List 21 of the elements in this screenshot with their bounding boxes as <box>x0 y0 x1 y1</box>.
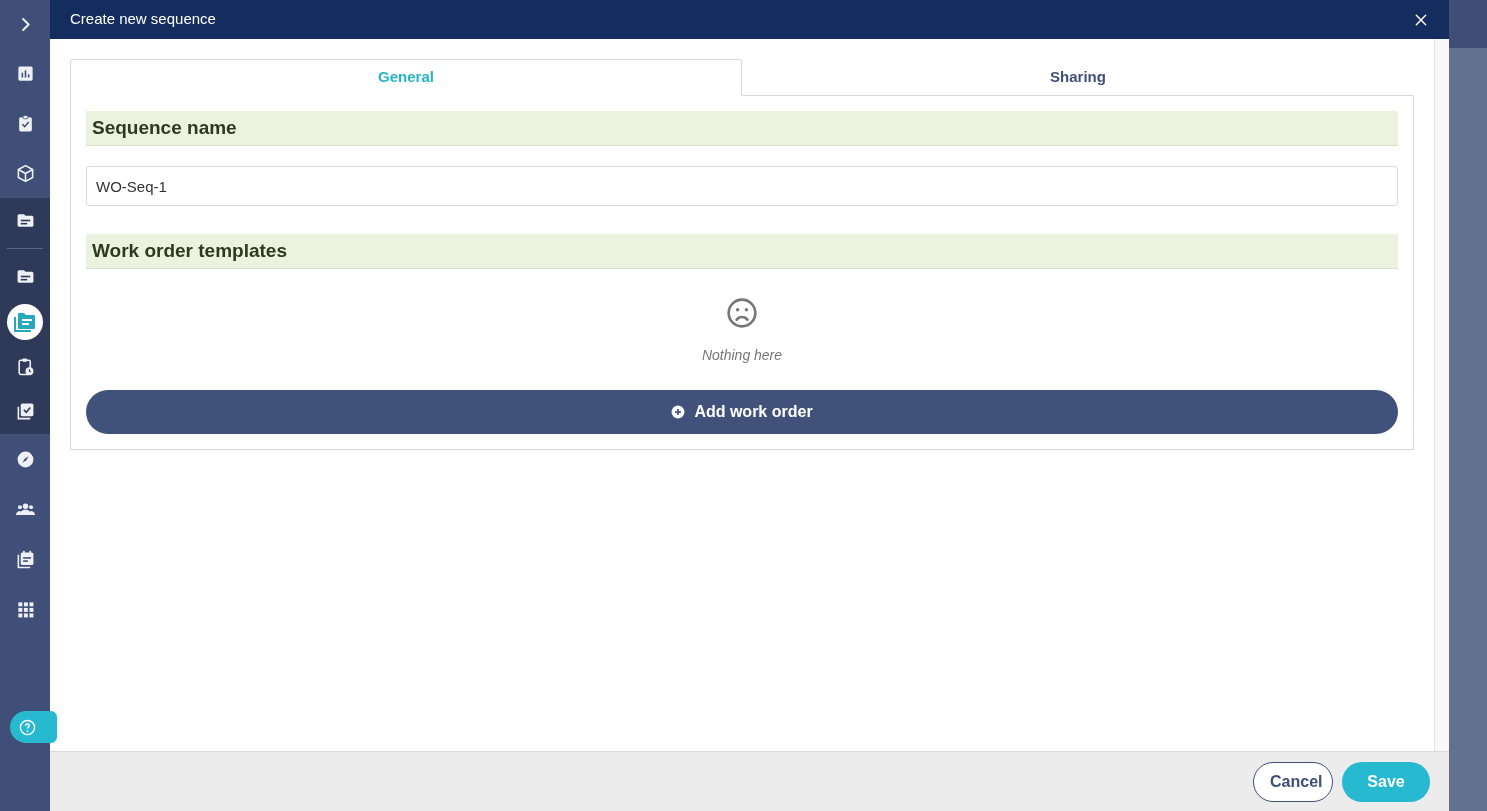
plus-circle-icon <box>671 405 686 419</box>
calendar-list-icon <box>15 549 35 569</box>
scrollbar-track[interactable] <box>1434 39 1449 751</box>
clipboard-clock-icon <box>15 357 35 376</box>
dialog-title: Create new sequence <box>70 9 216 30</box>
folder-icon <box>15 211 35 230</box>
section-heading: Work order templates <box>86 234 1398 269</box>
bar-chart-icon <box>15 63 35 83</box>
folder-icon <box>15 267 35 286</box>
compass-icon <box>15 449 35 469</box>
app-grid-icon <box>15 599 35 619</box>
name-input-field[interactable]: WO-Seq-1 <box>86 166 1398 206</box>
cancel-button[interactable]: Cancel <box>1253 761 1333 802</box>
help-button[interactable] <box>10 711 57 743</box>
help-icon <box>19 718 36 736</box>
add-work-order-button[interactable]: Add work order <box>86 390 1398 434</box>
box-icon <box>15 163 35 183</box>
sad-face-icon <box>726 297 758 329</box>
empty-state-text: Nothing here <box>701 346 783 365</box>
stacked-checkbox-icon <box>15 402 35 421</box>
section-heading: Sequence name <box>86 111 1398 146</box>
